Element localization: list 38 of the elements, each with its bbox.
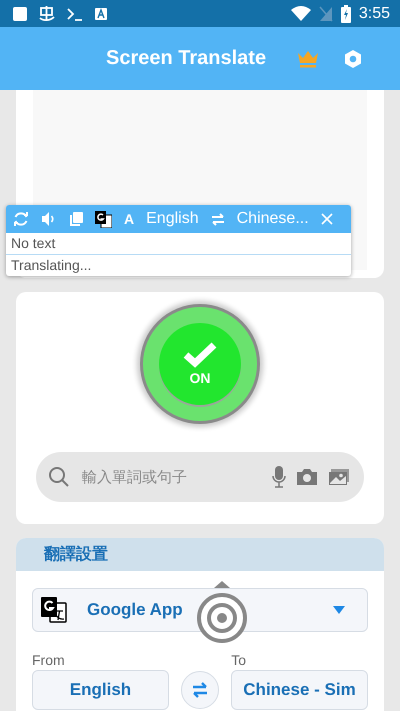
source-language-button[interactable]: English (32, 670, 169, 710)
clock-time: 3:55 (358, 4, 390, 22)
crown-icon[interactable] (297, 50, 320, 68)
font-size-button[interactable]: A (124, 211, 134, 227)
target-language-button[interactable]: Chinese - Sim (231, 670, 368, 710)
translate-icon[interactable] (95, 210, 112, 228)
check-icon (183, 342, 217, 368)
source-language-button[interactable]: English (146, 210, 199, 228)
translate-icon (94, 6, 108, 20)
search-icon (48, 466, 70, 488)
image-icon[interactable] (328, 468, 350, 486)
to-label: To (231, 652, 246, 668)
from-label: From (32, 652, 65, 668)
battery-icon (340, 4, 351, 22)
close-icon[interactable] (320, 213, 333, 225)
search-field[interactable]: 輸入單詞或句子 (80, 467, 262, 487)
copy-icon[interactable] (69, 212, 83, 226)
target-language-button[interactable]: Chinese... (236, 210, 309, 228)
camera-icon[interactable] (296, 468, 318, 486)
app-title: Screen Translate (106, 47, 266, 70)
translate-icon (41, 597, 67, 623)
power-button[interactable]: ON (143, 307, 257, 421)
bug-icon (38, 4, 56, 22)
floating-target-handle[interactable] (196, 578, 248, 644)
terminal-icon (66, 6, 84, 20)
swap-icon[interactable] (210, 212, 225, 226)
settings-title: 翻譯設置 (44, 544, 108, 565)
wifi-icon (290, 6, 311, 22)
refresh-icon[interactable] (13, 211, 29, 227)
swap-button[interactable] (181, 671, 219, 709)
popup-text-line: No text (10, 234, 56, 253)
settings-icon[interactable] (343, 48, 364, 68)
caret-icon (333, 606, 345, 614)
notification-icon (12, 6, 28, 22)
no-signal-icon (318, 6, 333, 22)
microphone-icon[interactable] (272, 466, 286, 488)
popup-text-line: Translating... (6, 254, 351, 276)
swap-icon (191, 682, 209, 698)
